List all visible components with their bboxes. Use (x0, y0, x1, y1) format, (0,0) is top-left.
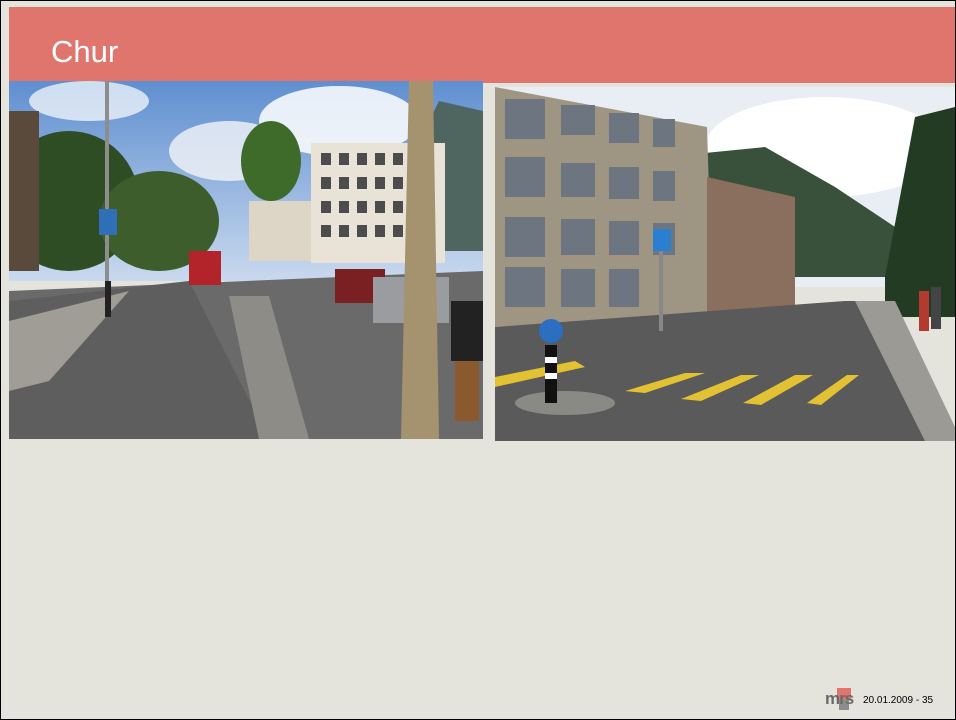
page-number: 35 (921, 694, 934, 706)
street-photo-left (9, 81, 483, 439)
slide-title: Chur (51, 34, 119, 69)
footer-separator: - (913, 694, 922, 706)
footer-date: 20.01.2009 (863, 694, 914, 706)
logo-text: mrs (825, 689, 854, 708)
slide: Chur mrs 20.01.2009 - 35 (0, 0, 956, 720)
street-photo-right (495, 87, 955, 441)
title-bar: Chur (9, 7, 955, 83)
mrs-logo: mrs (825, 688, 861, 712)
slide-footer: mrs 20.01.2009 - 35 (825, 688, 934, 712)
